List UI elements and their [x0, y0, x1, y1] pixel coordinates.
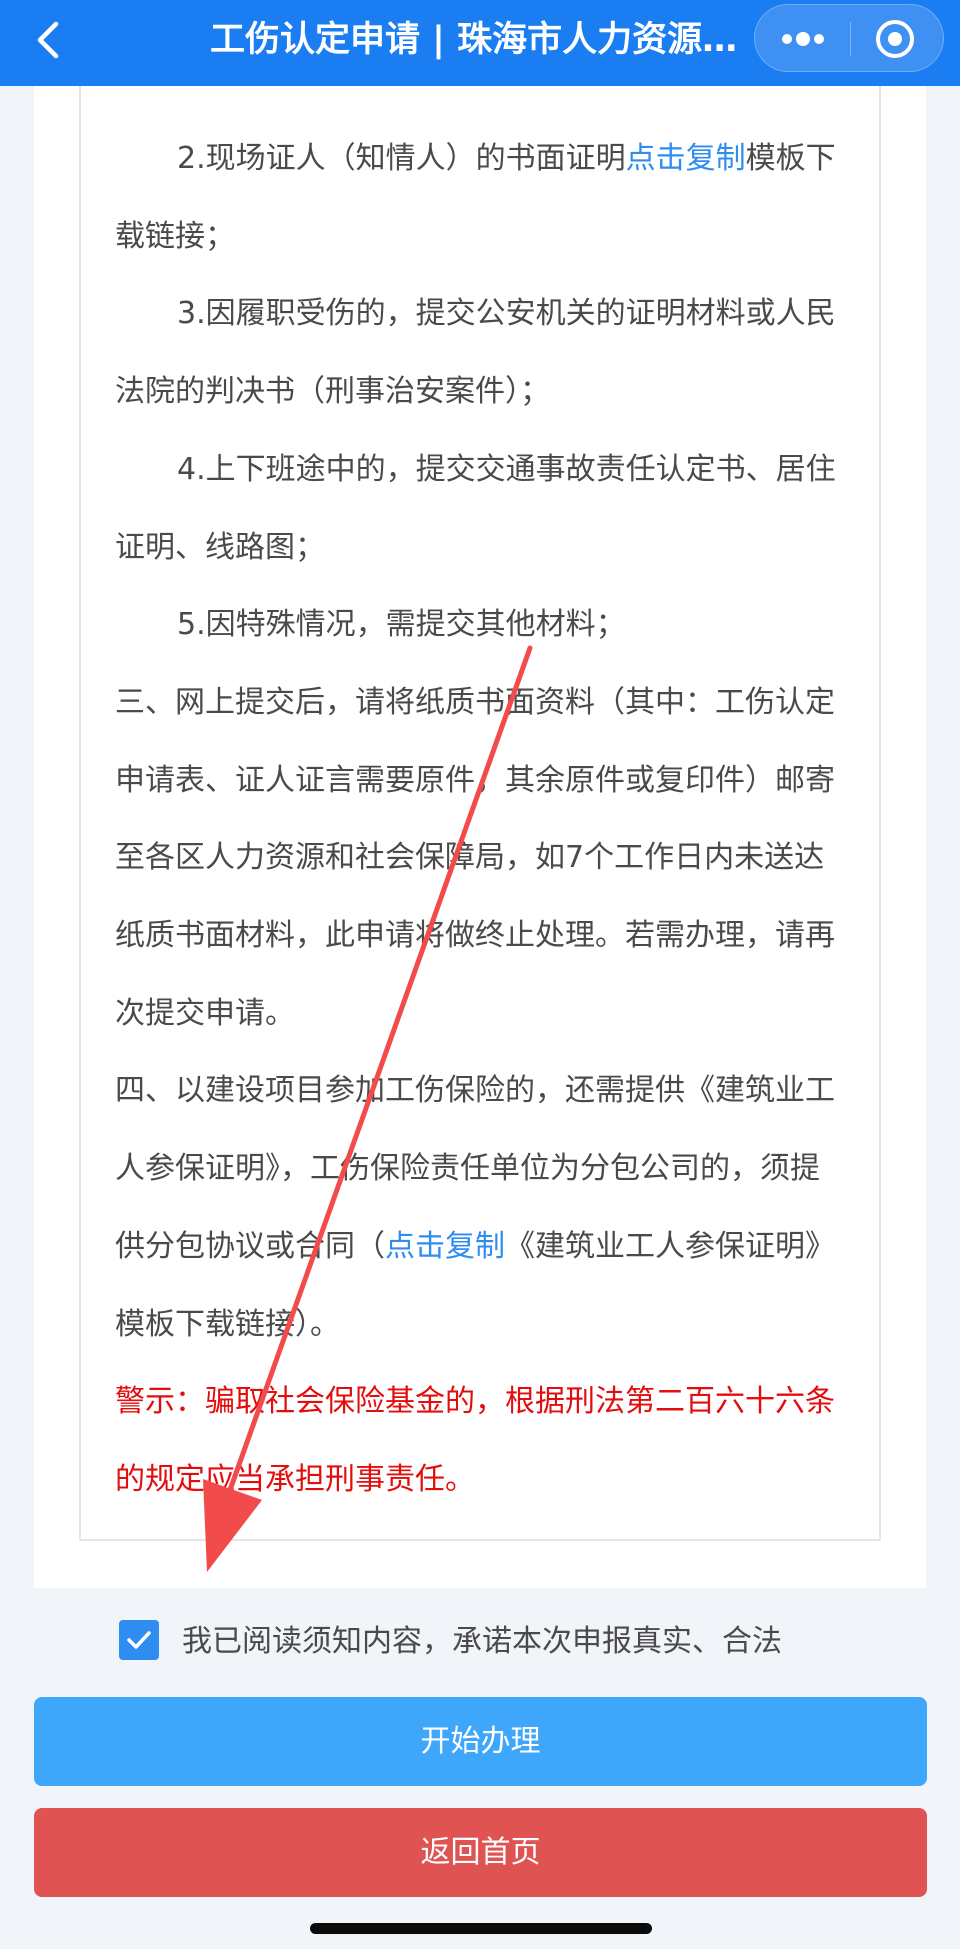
header-bar: 工伤认定申请 | 珠海市人力资源和社会保障局 — [0, 0, 960, 86]
mini-program-capsule — [754, 4, 944, 72]
agreement-text: 我已阅读须知内容，承诺本次申报真实、合法 — [182, 1624, 782, 1659]
start-button[interactable]: 开始办理 — [34, 1697, 927, 1786]
more-button[interactable] — [755, 5, 850, 73]
notice-section-3: 三、网上提交后，请将纸质书面资料（其中：工伤认定申请表、证人证言需要原件，其余原… — [115, 684, 835, 1031]
notice-panel: 2.现场证人（知情人）的书面证明点击复制模板下载链接； 3.因履职受伤的，提交公… — [34, 86, 926, 1588]
return-home-button[interactable]: 返回首页 — [34, 1808, 927, 1897]
notice-text: 2.现场证人（知情人）的书面证明点击复制模板下载链接； 3.因履职受伤的，提交公… — [115, 120, 845, 1519]
fraud-warning: 警示：骗取社会保险基金的，根据刑法第二百六十六条的规定应当承担刑事责任。 — [115, 1384, 835, 1497]
close-button[interactable] — [851, 5, 943, 73]
page-title: 工伤认定申请 | 珠海市人力资源和社会保障局 — [210, 20, 750, 60]
notice-item-2-prefix: 2.现场证人（知情人）的书面证明 — [177, 141, 626, 176]
agreement-checkbox[interactable] — [119, 1620, 159, 1660]
chevron-left-icon — [37, 21, 59, 59]
notice-item-5: 5.因特殊情况，需提交其他材料； — [177, 607, 626, 643]
notice-section-4: 四、以建设项目参加工伤保险的，还需提供《建筑业工人参保证明》，工伤保险责任单位为… — [115, 1052, 845, 1363]
notice-item-2: 2.现场证人（知情人）的书面证明点击复制模板下载链接； — [115, 120, 845, 275]
notice-item-4: 4.上下班途中的，提交交通事故责任认定书、居住证明、线路图； — [115, 451, 836, 565]
more-dots-icon — [782, 32, 824, 46]
home-indicator — [310, 1923, 652, 1934]
notice-item-3: 3.因履职受伤的，提交公安机关的证明材料或人民法院的判决书（刑事治安案件）； — [115, 296, 836, 410]
target-circle-icon — [876, 20, 914, 58]
back-button[interactable] — [28, 14, 76, 66]
copy-template-link-1[interactable]: 点击复制 — [626, 141, 746, 176]
copy-template-link-2[interactable]: 点击复制 — [385, 1229, 505, 1264]
notice-content-box: 2.现场证人（知情人）的书面证明点击复制模板下载链接； 3.因履职受伤的，提交公… — [79, 86, 881, 1541]
checkmark-icon — [127, 1631, 151, 1649]
